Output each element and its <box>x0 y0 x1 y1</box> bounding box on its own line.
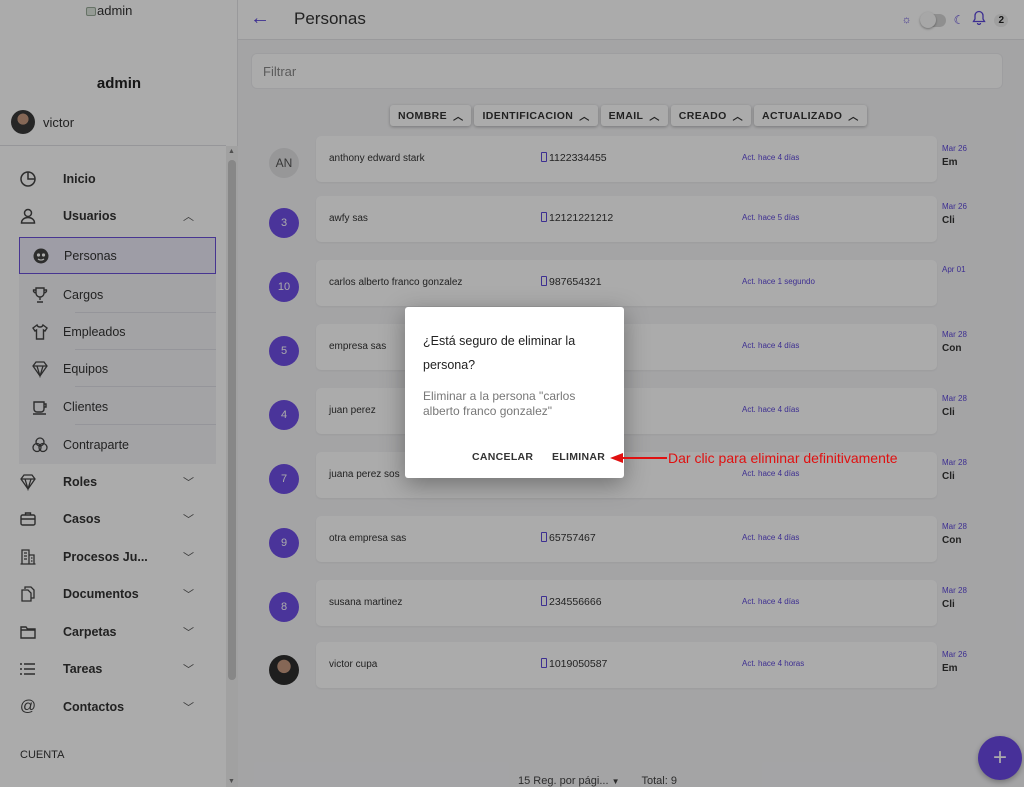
annotation-text: Dar clic para eliminar definitivamente <box>668 450 898 466</box>
dialog-message: Eliminar a la persona "carlos alberto fr… <box>423 389 576 418</box>
confirm-delete-dialog: ¿Está seguro de eliminar la persona? Eli… <box>405 307 624 478</box>
cancel-button[interactable]: CANCELAR <box>472 451 533 463</box>
delete-button[interactable]: ELIMINAR <box>552 451 605 463</box>
annotation-arrow-icon <box>610 453 623 463</box>
annotation-arrow-line <box>622 457 667 459</box>
dialog-title: ¿Está seguro de eliminar la persona? <box>423 334 576 372</box>
